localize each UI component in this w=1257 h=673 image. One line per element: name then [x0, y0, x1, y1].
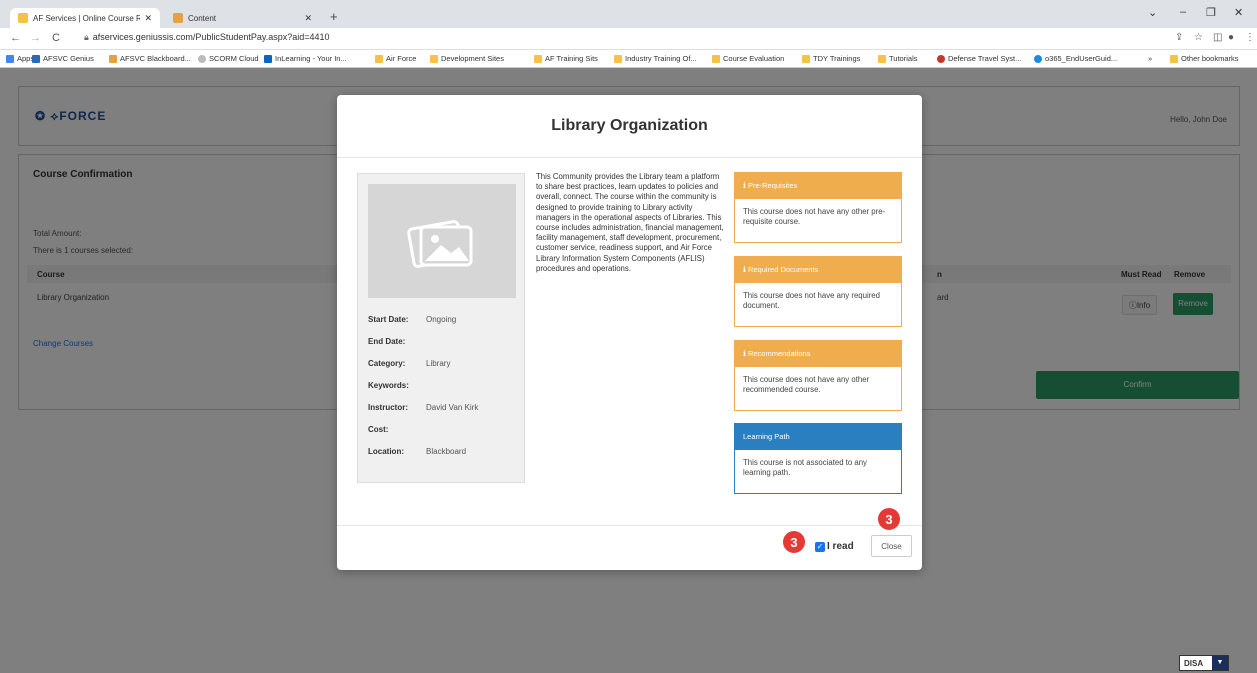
- back-icon[interactable]: ←: [10, 32, 21, 44]
- bookmark-item[interactable]: AF Training Sits: [534, 54, 598, 63]
- blackboard-favicon-icon: [173, 13, 183, 23]
- bookmark-item[interactable]: AFSVC Genius: [32, 54, 94, 63]
- folder-icon: [430, 54, 438, 63]
- course-description: This Community provides the Library team…: [536, 172, 724, 273]
- meta-location: Location: Blackboard: [368, 447, 467, 456]
- profile-icon[interactable]: ●: [1228, 32, 1234, 43]
- learning-path-panel: Learning Path This course is not associa…: [734, 423, 902, 494]
- meta-instructor: Instructor: David Van Kirk: [368, 403, 479, 412]
- tab-title: Content: [188, 13, 217, 23]
- url-text: afservices.geniussis.com/PublicStudentPa…: [92, 32, 330, 42]
- panel-header: ℹ Recommendations: [735, 341, 901, 367]
- bookmark-item[interactable]: AFSVC Blackboard...: [109, 54, 191, 63]
- url-field[interactable]: 🔒︎ afservices.geniussis.com/PublicStudent…: [84, 32, 330, 43]
- meta-cost: Cost:: [368, 425, 389, 434]
- bookmark-item[interactable]: Air Force: [375, 54, 416, 63]
- required-documents-panel: ℹ Required Documents This course does no…: [734, 256, 902, 327]
- bookmark-item[interactable]: SCORM Cloud: [198, 54, 259, 63]
- minimize-icon[interactable]: –: [1180, 6, 1186, 18]
- tab-close-icon[interactable]: ✕: [144, 13, 152, 24]
- genius-icon: [32, 54, 40, 63]
- divider: [337, 525, 922, 526]
- linkedin-icon: [264, 54, 272, 63]
- folder-icon: [614, 54, 622, 63]
- i-read-checkbox[interactable]: ✓: [815, 542, 825, 552]
- cloud-icon: [198, 54, 206, 63]
- i-read-label[interactable]: I read: [827, 541, 854, 552]
- folder-icon: [802, 54, 810, 63]
- apps-icon: [6, 54, 14, 63]
- divider: [337, 157, 922, 158]
- bookmarks-bar: Apps AFSVC Genius AFSVC Blackboard... SC…: [0, 50, 1257, 68]
- meta-category: Category: Library: [368, 359, 451, 368]
- folder-icon: [712, 54, 720, 63]
- bookmark-item[interactable]: Other bookmarks: [1170, 54, 1239, 63]
- reload-icon[interactable]: C: [52, 32, 60, 44]
- meta-keywords: Keywords:: [368, 381, 409, 390]
- bookmark-item[interactable]: Defense Travel Syst...: [937, 54, 1021, 63]
- bookmark-item[interactable]: Industry Training Of...: [614, 54, 697, 63]
- close-button[interactable]: Close: [871, 535, 912, 557]
- recommendations-panel: ℹ Recommendations This course does not h…: [734, 340, 902, 411]
- step-badge: 3: [783, 531, 805, 553]
- meta-start-date: Start Date: Ongoing: [368, 315, 457, 324]
- panel-body: This course is not associated to any lea…: [743, 458, 867, 477]
- bookmarks-overflow[interactable]: »: [1148, 54, 1152, 63]
- course-details-box: Start Date: Ongoing End Date: Category: Li…: [357, 173, 525, 483]
- star-icon[interactable]: ☆: [1194, 32, 1203, 43]
- af-favicon-icon: [18, 13, 28, 23]
- tab-af-services[interactable]: AF Services | Online Course Regi ✕: [10, 8, 160, 28]
- blackboard-icon: [109, 54, 117, 63]
- folder-icon: [375, 54, 383, 63]
- course-info-modal: Library Organization Start Date: Ongoing …: [337, 95, 922, 570]
- share-icon[interactable]: ⇪: [1175, 32, 1183, 43]
- panel-header: ℹ Pre-Requisites: [735, 173, 901, 199]
- bookmark-item[interactable]: Course Evaluation: [712, 54, 784, 63]
- bookmark-item[interactable]: TDY Trainings: [802, 54, 860, 63]
- tab-title: AF Services | Online Course Regi: [33, 13, 141, 23]
- tab-content[interactable]: Content ✕: [165, 8, 320, 28]
- lock-icon: 🔒︎: [84, 32, 89, 42]
- window-close-icon[interactable]: ✕: [1234, 6, 1243, 19]
- modal-title: Library Organization: [551, 117, 708, 134]
- panel-header: Learning Path: [735, 424, 901, 450]
- image-placeholder-icon: [368, 184, 516, 298]
- forward-icon[interactable]: →: [30, 32, 41, 44]
- tab-search-icon[interactable]: ⌄: [1148, 6, 1157, 19]
- panel-body: This course does not have any other pre-…: [743, 207, 886, 226]
- step-badge: 3: [878, 508, 900, 530]
- panel-body: This course does not have any required d…: [743, 291, 880, 310]
- browser-tabstrip: AF Services | Online Course Regi ✕ Conte…: [0, 0, 1257, 28]
- folder-icon: [878, 54, 886, 63]
- new-tab-icon[interactable]: +: [330, 9, 338, 24]
- disa-badge[interactable]: DISA ▼: [1179, 655, 1229, 671]
- dts-icon: [937, 54, 945, 63]
- bookmark-item[interactable]: Tutorials: [878, 54, 917, 63]
- folder-icon: [1170, 54, 1178, 63]
- tab-close-icon[interactable]: ✕: [304, 13, 312, 24]
- menu-icon[interactable]: ⋮: [1245, 32, 1255, 43]
- bookmark-item[interactable]: InLearning - Your In...: [264, 54, 347, 63]
- bookmark-item[interactable]: Development Sites: [430, 54, 504, 63]
- bookmark-item[interactable]: o365_EndUserGuid...: [1034, 54, 1117, 63]
- folder-icon: [534, 54, 542, 63]
- panel-body: This course does not have any other reco…: [743, 375, 870, 394]
- meta-end-date: End Date:: [368, 337, 406, 346]
- bookmark-item[interactable]: Apps: [6, 54, 34, 63]
- panel-header: ℹ Required Documents: [735, 257, 901, 283]
- edge-icon: [1034, 54, 1042, 63]
- address-bar: ← → C 🔒︎ afservices.geniussis.com/PublicS…: [0, 28, 1257, 50]
- restore-icon[interactable]: ❐: [1206, 6, 1216, 19]
- prerequisites-panel: ℹ Pre-Requisites This course does not ha…: [734, 172, 902, 243]
- sidepanel-icon[interactable]: ◫: [1213, 32, 1222, 43]
- chevron-down-icon: ▼: [1212, 656, 1228, 670]
